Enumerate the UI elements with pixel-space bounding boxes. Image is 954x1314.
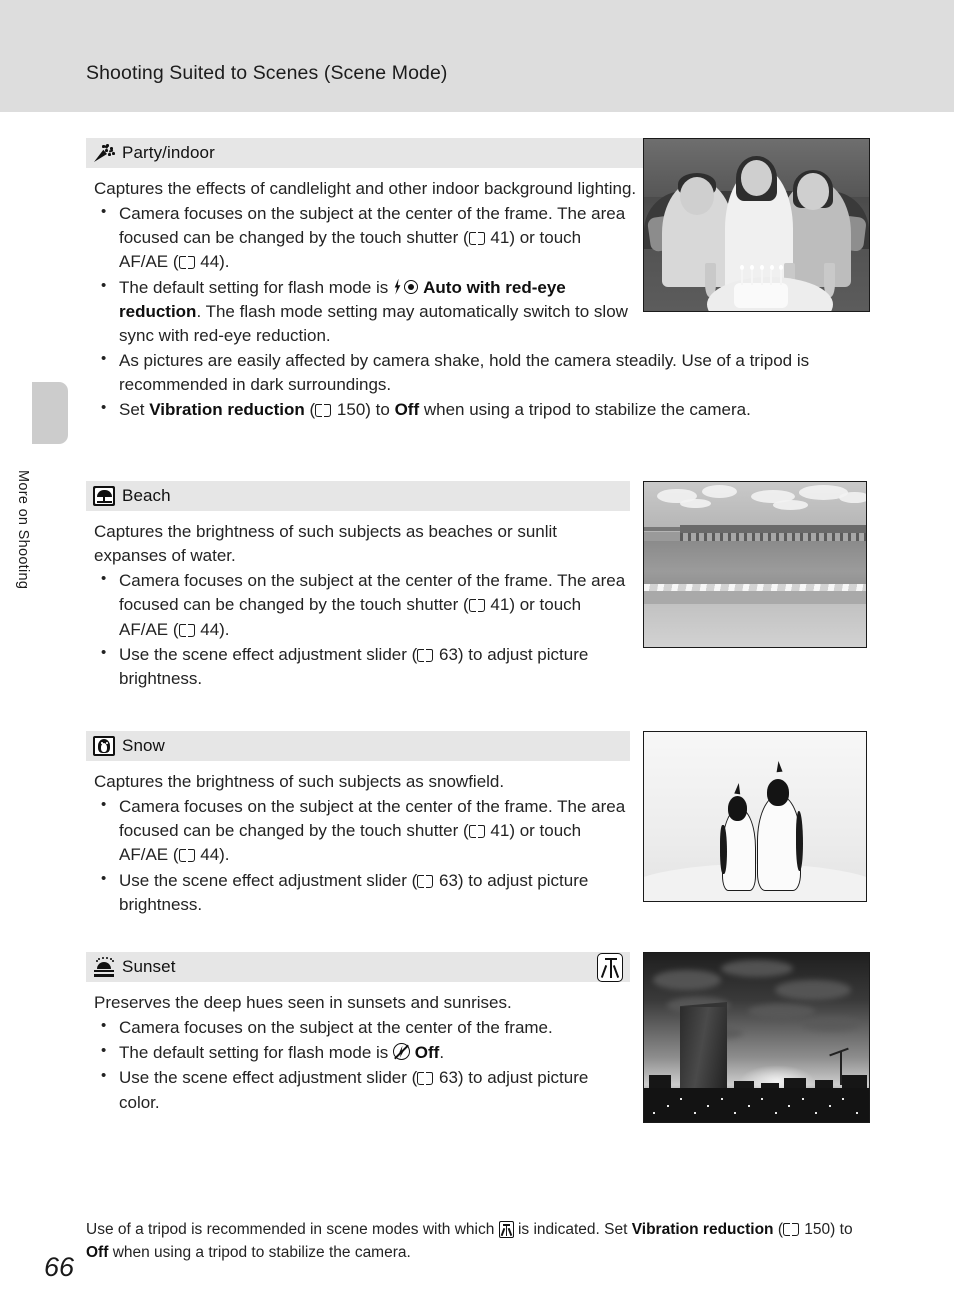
scene-bullet-list: Camera focuses on the subject at the cen… <box>86 568 626 691</box>
sunset-icon <box>93 957 115 977</box>
scene-bullet: As pictures are easily affected by camer… <box>94 348 870 397</box>
text-run: Use of a tripod is recommended in scene … <box>86 1221 499 1238</box>
tripod-recommended-badge-icon <box>597 953 623 982</box>
scene-bullet: The default setting for flash mode is Au… <box>94 274 634 348</box>
flash-auto-red-eye-icon <box>393 278 419 295</box>
scene-bullet: Use the scene effect adjustment slider (… <box>94 867 626 917</box>
beach-photo-artwork <box>644 482 866 647</box>
emphasis-text: Vibration reduction <box>149 400 305 420</box>
text-run: when using a tripod to stabilize the cam… <box>419 400 751 420</box>
manual-reference-book-icon <box>417 1072 434 1086</box>
scene-bullet: Camera focuses on the subject at the cen… <box>94 201 634 274</box>
page-title: Shooting Suited to Scenes (Scene Mode) <box>86 62 448 84</box>
text-run: Set <box>119 400 150 420</box>
scene-description: Captures the brightness of such subjects… <box>94 772 505 791</box>
manual-reference-book-icon <box>417 648 434 662</box>
text-run: is indicated. Set <box>513 1221 632 1238</box>
side-thumb-tab <box>32 382 68 444</box>
scene-bullet: Set Vibration reduction ( 150) to Off wh… <box>94 397 870 422</box>
emphasis-text: Off <box>394 400 420 420</box>
party-popper-icon <box>93 143 115 163</box>
manual-reference-book-icon <box>178 623 195 637</box>
text-run: Use the scene effect adjustment slider ( <box>119 870 418 890</box>
manual-reference-book-icon <box>178 849 195 863</box>
manual-reference-book-icon <box>468 232 485 246</box>
manual-reference-book-icon <box>178 256 195 270</box>
scene-title: Beach <box>122 486 171 505</box>
snow-photo-artwork <box>644 732 866 901</box>
manual-reference-book-icon <box>315 404 332 418</box>
text-run: when using a tripod to stabilize the cam… <box>108 1244 411 1262</box>
emphasis-text: Vibration reduction <box>631 1221 774 1238</box>
text-run: ( <box>304 400 316 420</box>
text-run: 150) to <box>332 400 395 420</box>
tripod-icon <box>498 1221 514 1238</box>
scene-header: Snow <box>86 731 630 761</box>
manual-reference-book-icon <box>468 825 485 839</box>
scene-body: Captures the brightness of such subjects… <box>86 511 626 691</box>
sunset-photo <box>643 952 870 1123</box>
footnote: Use of a tripod is recommended in scene … <box>86 1218 870 1265</box>
scene-bullet-list: Camera focuses on the subject at the cen… <box>86 1015 626 1115</box>
text-run: 44). <box>195 845 230 865</box>
text-run: Camera focuses on the subject at the cen… <box>119 1018 553 1038</box>
text-run: The default setting for flash mode is <box>119 1043 394 1063</box>
scene-title: Party/indoor <box>122 143 215 162</box>
text-run: The default setting for flash mode is <box>119 277 394 297</box>
text-run: Use the scene effect adjustment slider ( <box>119 1068 418 1088</box>
scene-body: Captures the brightness of such subjects… <box>86 761 626 917</box>
running-header-band: Shooting Suited to Scenes (Scene Mode) <box>0 0 954 112</box>
scene-bullet: Camera focuses on the subject at the cen… <box>94 1015 626 1040</box>
scene-bullet: The default setting for flash mode is Of… <box>94 1040 626 1065</box>
scene-description: Preserves the deep hues seen in sunsets … <box>94 993 512 1012</box>
emphasis-text: Off <box>410 1043 440 1063</box>
side-tab-label: More on Shooting <box>15 470 31 590</box>
manual-reference-book-icon <box>417 874 434 888</box>
page-number: 66 <box>44 1252 75 1282</box>
text-run: ( <box>773 1221 783 1238</box>
snow-penguin-icon <box>93 736 115 756</box>
text-run: . <box>439 1043 445 1063</box>
party-photo-artwork <box>644 139 869 311</box>
snow-photo <box>643 731 867 902</box>
text-run: . The flash mode setting may automatical… <box>119 301 628 345</box>
scene-header: Beach <box>86 481 630 511</box>
scene-body: Preserves the deep hues seen in sunsets … <box>86 982 626 1115</box>
scene-bullet: Use the scene effect adjustment slider (… <box>94 642 626 691</box>
manual-reference-book-icon <box>468 599 485 613</box>
sunset-photo-artwork <box>644 953 869 1122</box>
scene-bullet: Camera focuses on the subject at the cen… <box>94 568 626 641</box>
scene-header: Sunset <box>86 952 630 982</box>
scene-title: Snow <box>122 736 165 755</box>
scene-bullet: Camera focuses on the subject at the cen… <box>94 794 626 867</box>
beach-parasol-icon <box>93 486 115 506</box>
text-run: As pictures are easily affected by camer… <box>119 350 810 394</box>
party-photo <box>643 138 870 312</box>
text-run: 150) to <box>800 1221 853 1238</box>
beach-photo <box>643 481 867 648</box>
scene-description: Captures the brightness of such subjects… <box>94 522 558 566</box>
text-run: 44). <box>195 252 230 272</box>
scene-bullet: Use the scene effect adjustment slider (… <box>94 1065 626 1114</box>
flash-off-icon <box>393 1043 411 1061</box>
text-run: Use the scene effect adjustment slider ( <box>119 644 418 664</box>
manual-reference-book-icon <box>783 1223 799 1236</box>
scene-title: Sunset <box>122 957 176 976</box>
text-run: 44). <box>195 619 230 639</box>
emphasis-text: Off <box>86 1244 109 1262</box>
scene-bullet-list: Camera focuses on the subject at the cen… <box>86 794 626 917</box>
